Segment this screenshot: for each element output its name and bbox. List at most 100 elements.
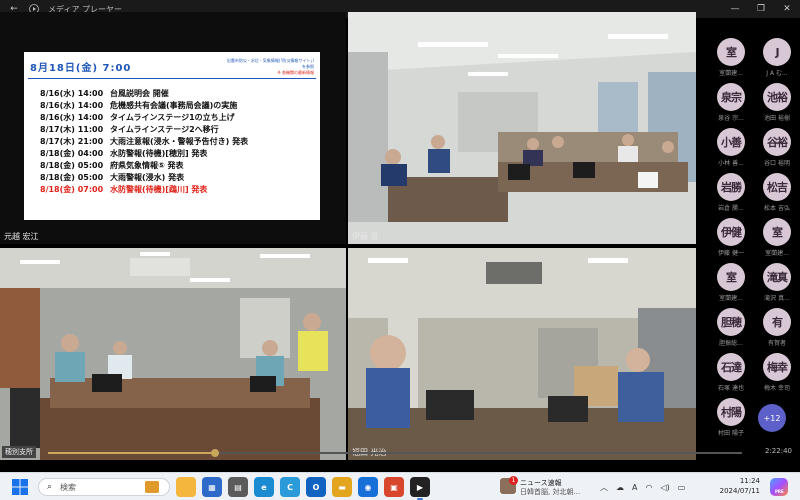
participant-name: 村田 陽子 <box>718 430 744 437</box>
media-player-taskbar-icon[interactable]: ▶ <box>410 477 430 500</box>
cloud-icon[interactable]: ☁ <box>616 483 624 492</box>
participant-avatar[interactable]: 胆穂 胆振総... <box>706 308 754 354</box>
participant-caption: 伊藤 喜 <box>352 232 379 241</box>
seek-handle[interactable] <box>210 449 219 457</box>
shared-screen-tile[interactable]: 8月18日(金) 7:00 出雲市防災・水位・気象情報(「防災情報サイト」) を… <box>0 12 346 244</box>
volume-icon[interactable]: ◁) <box>660 483 669 492</box>
search-highlight-icon <box>145 481 159 493</box>
participant-caption: 穂別支所 <box>2 446 36 458</box>
outlook-app-icon[interactable]: O <box>306 477 326 497</box>
timeline-time: 8/16(水) 14:00 <box>40 89 104 98</box>
slide-date: 8月18日(金) 7:00 <box>30 63 132 74</box>
slide-divider <box>28 78 316 79</box>
tray-overflow-icon[interactable]: ︿ <box>600 482 608 493</box>
copilot-preview-label: PRE <box>775 489 784 494</box>
timeline-event: 危機感共有会議(事務局会議)の実施 <box>110 101 238 110</box>
avatar-initials: 谷裕 <box>763 128 791 156</box>
more-participants-button[interactable]: +12 <box>758 404 786 432</box>
participant-name: 室蘭建... <box>719 70 743 77</box>
widgets-app-icon[interactable]: ▦ <box>202 477 222 497</box>
timeline-event: タイムラインステージ2へ移行 <box>110 125 219 134</box>
participant-name: 伊藤 健一 <box>718 250 744 257</box>
briefcase-app-icon[interactable] <box>176 477 196 497</box>
seek-bar-progress <box>48 452 215 454</box>
participant-avatar[interactable]: 滝真滝沢 真... <box>752 263 800 309</box>
pdf-app-icon[interactable]: ▣ <box>384 477 404 497</box>
avatar-initials: 池裕 <box>763 83 791 111</box>
edge-browser-icon[interactable]: e <box>254 477 274 497</box>
timeline-event: 大雨注意報(浸水・警報予告付き) 発表 <box>110 137 249 146</box>
timeline-time: 8/18(金) 05:00 <box>40 161 104 170</box>
participant-name: J A む... <box>766 70 788 77</box>
participant-caption: 元越 宏江 <box>4 232 39 241</box>
video-tile-meeting-room[interactable]: 伊藤 喜 <box>348 12 696 244</box>
timeline-time: 8/16(水) 14:00 <box>40 113 104 122</box>
avatar-initials: 村陽 <box>717 398 745 426</box>
avatar-initials: 有 <box>763 308 791 336</box>
participant-avatar[interactable]: 伊健 伊藤 健一 <box>706 218 754 264</box>
participant-avatar[interactable]: 室室蘭建... <box>706 263 754 309</box>
news-badge: 1 <box>509 476 518 485</box>
timeline-event: 水防警報(待機)[穂別] 発表 <box>110 149 208 158</box>
participant-avatar[interactable]: 有有賀者 <box>752 308 800 354</box>
taskbar-clock[interactable]: 11:24 2024/07/11 <box>704 476 760 496</box>
participant-name: 有賀者 <box>767 340 786 347</box>
participant-avatar[interactable]: 池裕 池田 裕樹 <box>752 83 800 129</box>
participant-avatar[interactable]: 室室蘭建... <box>706 38 754 84</box>
wifi-icon[interactable]: ◠ <box>645 483 652 492</box>
participant-name: 岩倉 勝... <box>718 205 744 212</box>
minimize-icon[interactable]: — <box>722 0 748 18</box>
participant-avatar[interactable]: J J A む... <box>752 38 800 84</box>
participant-avatar[interactable]: 室室蘭建... <box>752 218 800 264</box>
presentation-slide: 8月18日(金) 7:00 出雲市防災・水位・気象情報(「防災情報サイト」) を… <box>24 52 320 220</box>
seek-bar[interactable] <box>48 449 742 457</box>
participant-name: 室蘭建... <box>765 250 789 257</box>
battery-icon[interactable]: ▭ <box>678 483 686 492</box>
participant-avatar[interactable]: 梅幸 梅木 幸司 <box>752 353 800 399</box>
participant-name: 泉谷 宗... <box>718 115 744 122</box>
timeline-event: タイムラインステージ1の立ち上げ <box>110 113 235 122</box>
pinned-apps: ▦ ▤ e C O ▬ ◉ ▣ ▶ <box>176 477 436 500</box>
slide-source-note: ※ 各機関の最新情報 <box>277 70 314 75</box>
avatar-initials: 岩勝 <box>717 173 745 201</box>
taskbar: ⌕ 検索 ▦ ▤ e C O ▬ ◉ ▣ ▶ 1 ニュース速報 日韓首脳, 対北… <box>0 472 800 500</box>
maximize-icon[interactable]: ❐ <box>748 0 774 18</box>
video-tile-office[interactable]: 福田 光治 <box>348 248 696 460</box>
browser-app-icon[interactable]: ◉ <box>358 477 378 497</box>
windows-start-icon[interactable] <box>12 479 28 495</box>
avatar-initials: 滝真 <box>763 263 791 291</box>
ime-indicator[interactable]: A <box>632 483 637 492</box>
store-app-icon[interactable]: C <box>280 477 300 497</box>
participant-name: 滝沢 真... <box>764 295 790 302</box>
file-explorer-icon[interactable]: ▬ <box>332 477 352 497</box>
timeline-row: 8/18(金) 05:00 府県気象情報⑤ 発表 <box>40 160 248 172</box>
close-icon[interactable]: ✕ <box>774 0 800 18</box>
participant-avatar[interactable]: 松吉 松本 吉弘 <box>752 173 800 219</box>
participant-avatar[interactable]: 村陽 村田 陽子 <box>706 398 754 444</box>
participant-name: 小林 善... <box>718 160 744 167</box>
copilot-icon[interactable]: PRE <box>770 478 788 496</box>
calculator-app-icon[interactable]: ▤ <box>228 477 248 497</box>
timeline-time: 8/18(金) 07:00 <box>40 185 104 194</box>
taskbar-search-box[interactable]: ⌕ 検索 <box>38 478 170 496</box>
avatar-initials: 泉宗 <box>717 83 745 111</box>
timeline-row: 8/17(木) 21:00 大雨注意報(浸水・警報予告付き) 発表 <box>40 136 248 148</box>
avatar-initials: 胆穂 <box>717 308 745 336</box>
participant-avatar[interactable]: 泉宗泉谷 宗... <box>706 83 754 129</box>
participant-avatar[interactable]: 石達 石塚 達也 <box>706 353 754 399</box>
timeline-time: 8/18(金) 05:00 <box>40 173 104 182</box>
timeline-time: 8/17(木) 11:00 <box>40 125 104 134</box>
timeline-row: 8/16(水) 14:00 台風説明会 開催 <box>40 88 248 100</box>
participant-avatar[interactable]: 岩勝岩倉 勝... <box>706 173 754 219</box>
participant-avatar[interactable]: 谷裕 谷口 裕明 <box>752 128 800 174</box>
participant-avatar[interactable]: 小善 小林 善... <box>706 128 754 174</box>
timeline-row: 8/17(木) 11:00 タイムラインステージ2へ移行 <box>40 124 248 136</box>
slide-source: 出雲市防災・水位・気象情報(「防災情報サイト」) を参照 ※ 各機関の最新情報 <box>204 58 314 76</box>
avatar-initials: 室 <box>717 263 745 291</box>
timeline-row: 8/16(水) 14:00 危機感共有会議(事務局会議)の実施 <box>40 100 248 112</box>
timeline-time: 8/18(金) 04:00 <box>40 149 104 158</box>
avatar-initials: 室 <box>763 218 791 246</box>
news-subtitle: 日韓首脳, 対北朝... <box>520 488 581 496</box>
timeline-row: 8/18(金) 07:00 水防警報(待機)[鵡川] 発表 <box>40 184 248 196</box>
video-tile-branch-office[interactable] <box>0 248 346 460</box>
